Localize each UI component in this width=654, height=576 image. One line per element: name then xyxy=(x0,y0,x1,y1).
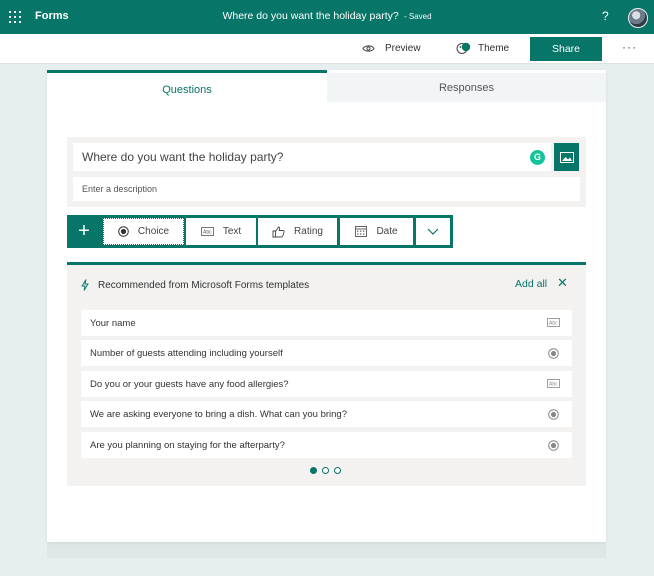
recommendation-item[interactable]: Do you or your guests have any food alle… xyxy=(81,371,572,397)
recommendation-item[interactable]: We are asking everyone to bring a dish. … xyxy=(81,401,572,427)
choice-label: Choice xyxy=(137,226,170,237)
avatar[interactable] xyxy=(628,8,648,28)
form-title-input[interactable]: Where do you want the holiday party? G xyxy=(73,143,551,171)
page-dot-3[interactable] xyxy=(334,467,341,474)
preview-button[interactable]: Preview xyxy=(362,43,421,54)
rating-type-button[interactable]: Rating xyxy=(258,218,337,245)
lightning-icon xyxy=(81,279,89,291)
canvas-bottom xyxy=(47,542,606,558)
share-button[interactable]: Share xyxy=(530,37,602,61)
text-type-button[interactable]: Abc Text xyxy=(186,218,256,245)
preview-label: Preview xyxy=(385,43,421,54)
top-bar: Forms Where do you want the holiday part… xyxy=(0,0,654,34)
text-abc-icon: Abc xyxy=(200,227,214,236)
radio-icon xyxy=(548,348,559,359)
recommendation-label: Number of guests attending including you… xyxy=(90,348,283,359)
svg-text:Abc: Abc xyxy=(203,230,212,236)
calendar-icon xyxy=(355,226,368,237)
tab-responses[interactable]: Responses xyxy=(327,73,606,102)
svg-text:Abc: Abc xyxy=(549,382,558,388)
recommendations-panel: Recommended from Microsoft Forms templat… xyxy=(67,262,586,486)
radio-icon xyxy=(118,226,129,237)
recommendation-item[interactable]: Your name Abc xyxy=(81,310,572,336)
image-icon xyxy=(559,151,574,163)
recommendations-header: Recommended from Microsoft Forms templat… xyxy=(81,279,309,291)
recommendations-heading: Recommended from Microsoft Forms templat… xyxy=(98,279,310,291)
text-abc-icon: Abc xyxy=(547,318,560,327)
page-dot-2[interactable] xyxy=(322,467,329,474)
add-all-button[interactable]: Add all xyxy=(515,278,547,290)
save-status: - Saved xyxy=(401,12,432,21)
tab-questions[interactable]: Questions xyxy=(47,70,327,102)
date-label: Date xyxy=(376,226,398,237)
thumbs-up-icon xyxy=(272,226,285,237)
grammarly-icon[interactable]: G xyxy=(530,150,545,165)
header-form-title: Where do you want the holiday party? xyxy=(222,10,399,22)
close-recommendations-button[interactable]: ✕ xyxy=(557,275,568,291)
pagination-dots xyxy=(310,467,341,474)
recommendation-label: Do you or your guests have any food alle… xyxy=(90,379,289,390)
eye-icon xyxy=(362,45,375,52)
insert-image-button[interactable] xyxy=(554,143,579,171)
radio-icon xyxy=(548,409,559,420)
more-options-button[interactable]: ··· xyxy=(622,40,637,54)
rating-label: Rating xyxy=(294,226,323,237)
svg-text:Abc: Abc xyxy=(549,321,558,327)
recommendation-item[interactable]: Number of guests attending including you… xyxy=(81,340,572,366)
date-type-button[interactable]: Date xyxy=(340,218,413,245)
radio-icon xyxy=(548,440,559,451)
chevron-down-icon xyxy=(427,228,439,235)
theme-button[interactable]: Theme xyxy=(456,42,509,55)
page-dot-1[interactable] xyxy=(310,467,317,474)
recommendation-label: Are you planning on staying for the afte… xyxy=(90,440,285,451)
more-question-types-button[interactable] xyxy=(416,218,450,245)
question-type-bar: + Choice Abc Text Rating Date xyxy=(67,215,453,248)
choice-type-button[interactable]: Choice xyxy=(103,218,184,245)
question-card: Where do you want the holiday party? G E… xyxy=(67,137,586,207)
form-title-text: Where do you want the holiday party? xyxy=(82,150,284,164)
form-title-header: Where do you want the holiday party? - S… xyxy=(0,10,654,22)
form-canvas: Questions Responses Where do you want th… xyxy=(47,70,606,542)
recommendation-label: We are asking everyone to bring a dish. … xyxy=(90,409,347,420)
theme-label: Theme xyxy=(478,43,510,54)
text-abc-icon: Abc xyxy=(547,379,560,388)
add-question-button[interactable]: + xyxy=(67,215,101,248)
description-input[interactable]: Enter a description xyxy=(73,177,580,201)
palette-icon xyxy=(456,42,471,54)
text-label: Text xyxy=(222,226,242,237)
help-button[interactable]: ? xyxy=(602,9,609,23)
description-placeholder: Enter a description xyxy=(82,184,158,194)
recommendation-label: Your name xyxy=(90,318,136,329)
recommendation-item[interactable]: Are you planning on staying for the afte… xyxy=(81,432,572,458)
